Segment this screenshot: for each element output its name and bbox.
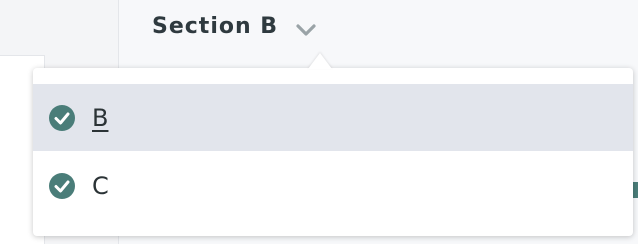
dropdown-option-b[interactable]: B [33, 84, 633, 151]
dropdown-option-label: C [92, 171, 109, 200]
section-dropdown-menu: B C [33, 68, 633, 236]
check-circle-icon [48, 104, 76, 132]
dropdown-pointer [308, 53, 332, 69]
dropdown-option-label: B [92, 103, 109, 132]
section-title[interactable]: Section B [152, 14, 278, 39]
section-selector[interactable]: Section B [152, 14, 316, 39]
check-circle-icon [48, 172, 76, 200]
page: Section B B C [0, 0, 638, 244]
chevron-down-icon[interactable] [296, 23, 316, 37]
dropdown-option-c[interactable]: C [33, 152, 633, 219]
